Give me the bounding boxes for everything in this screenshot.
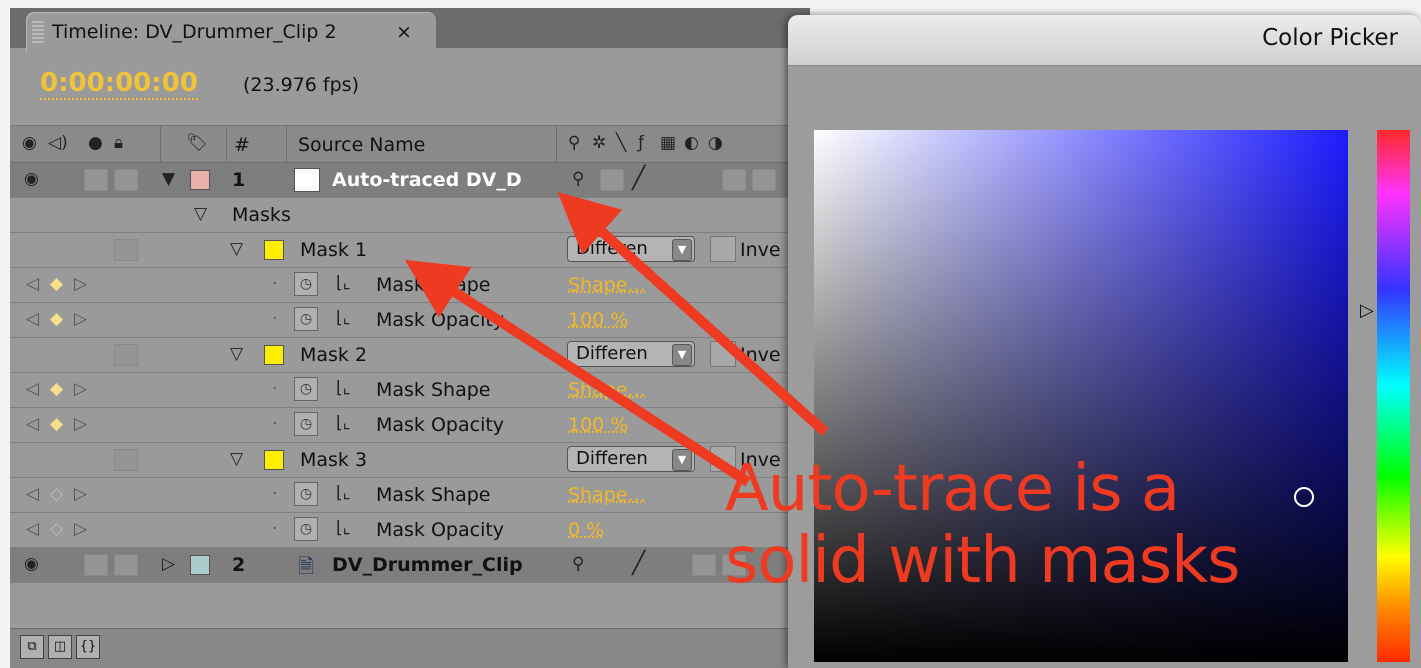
annotation-arrow xyxy=(404,259,751,487)
annotation-line-1: Auto-trace is a xyxy=(725,452,1180,526)
annotation-caption: Auto-trace is a solid with masks xyxy=(725,452,1240,598)
annotation-line-2: solid with masks xyxy=(725,524,1240,598)
